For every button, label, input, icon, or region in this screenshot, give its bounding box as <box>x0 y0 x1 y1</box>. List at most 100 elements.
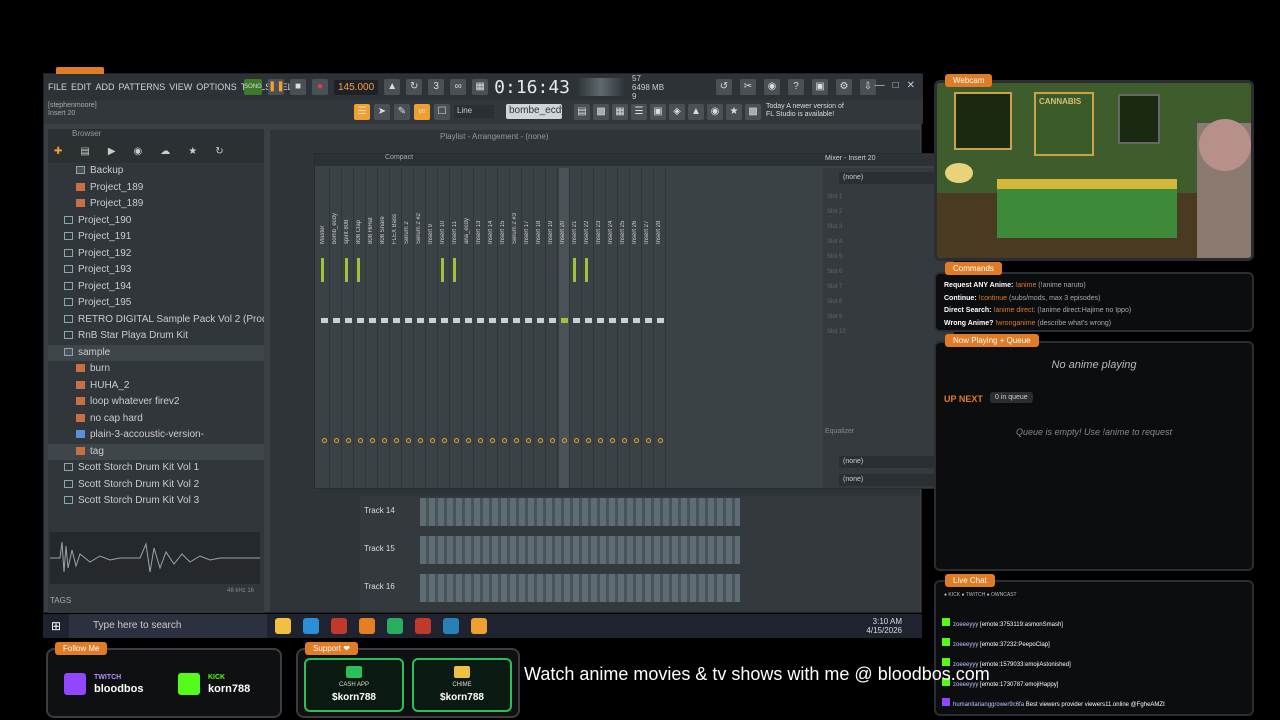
fl-studio-icon[interactable] <box>471 618 487 634</box>
volume-fader[interactable] <box>405 318 412 323</box>
minimize-icon[interactable]: — <box>875 80 885 91</box>
plugin-icon[interactable]: ⚙ <box>836 79 852 95</box>
history-tab-icon[interactable]: ↻ <box>215 146 223 157</box>
mixer-strip[interactable]: Insert 10 <box>439 168 450 488</box>
track-row[interactable]: Track 15 <box>360 534 920 570</box>
menu-add[interactable]: Add <box>96 82 115 92</box>
route-knob[interactable] <box>514 438 519 443</box>
cut-icon[interactable]: ✂ <box>740 79 756 95</box>
taskbar-clock[interactable]: 3:10 AM 4/15/2026 <box>866 617 902 635</box>
volume-fader[interactable] <box>657 318 664 323</box>
mixer-strip[interactable]: Insert 23 <box>595 168 606 488</box>
fav-icon[interactable]: ★ <box>726 104 742 120</box>
rec-panel-icon[interactable]: ◉ <box>707 104 723 120</box>
route-knob[interactable] <box>382 438 387 443</box>
route-knob[interactable] <box>550 438 555 443</box>
favorites-tab-icon[interactable]: ★ <box>188 146 197 157</box>
browser-item[interactable]: Backup <box>48 163 264 180</box>
route-knob[interactable] <box>586 438 591 443</box>
browser-item[interactable]: Project_192 <box>48 246 264 263</box>
volume-fader[interactable] <box>357 318 364 323</box>
edge-icon[interactable] <box>303 618 319 634</box>
insert-slot[interactable]: Slot 4 <box>827 235 947 250</box>
browser-item[interactable]: Project_189 <box>48 180 264 197</box>
clip-block[interactable] <box>420 498 740 526</box>
mixer-strip[interactable]: Insert 27 <box>643 168 654 488</box>
browser-window-icon[interactable]: ▣ <box>650 104 666 120</box>
insert-preset[interactable]: (none) <box>839 172 945 184</box>
browser-icon[interactable] <box>443 618 459 634</box>
playlist-window-icon[interactable]: ▤ <box>574 104 590 120</box>
time-display[interactable]: 0:16:43 <box>494 77 570 98</box>
browser-item[interactable]: plain-3-accoustic-version- <box>48 427 264 444</box>
volume-fader[interactable] <box>573 318 580 323</box>
playlist-tool-icon[interactable]: ☰ <box>354 104 370 120</box>
route-knob[interactable] <box>358 438 363 443</box>
chrome-icon[interactable] <box>415 618 431 634</box>
piano-roll-icon[interactable]: ▩ <box>593 104 609 120</box>
mixer-strip[interactable]: spirit 808 <box>343 168 354 488</box>
mixer-strip[interactable]: Insert 13 <box>475 168 486 488</box>
undo-icon[interactable]: ↺ <box>716 79 732 95</box>
mixer-strip[interactable]: Insert 11 <box>451 168 462 488</box>
taskbar-search[interactable]: Type here to search <box>69 614 267 638</box>
mixer-strip[interactable]: Serum 2 <box>403 168 414 488</box>
play-icon[interactable]: ❚❚ <box>268 79 285 95</box>
route-knob[interactable] <box>490 438 495 443</box>
track-row[interactable]: Track 14 <box>360 496 920 532</box>
link-icon[interactable]: ∞ <box>414 104 430 120</box>
browser-item[interactable]: RETRO DIGITAL Sample Pack Vol 2 (Produce… <box>48 312 264 329</box>
mixer-strip[interactable]: ana_ecdy <box>463 168 474 488</box>
volume-fader[interactable] <box>549 318 556 323</box>
record-icon[interactable]: ● <box>312 79 328 95</box>
insert-slot[interactable]: Slot 7 <box>827 280 947 295</box>
twitch-link[interactable]: TWITCH bloodbos <box>64 660 144 708</box>
mixer-strip[interactable]: Insert 26 <box>631 168 642 488</box>
route-knob[interactable] <box>334 438 339 443</box>
browser-item[interactable]: Project_191 <box>48 229 264 246</box>
volume-fader[interactable] <box>585 318 592 323</box>
misc-icon[interactable]: ▩ <box>745 104 761 120</box>
wait-icon[interactable]: ↻ <box>406 79 423 95</box>
route-knob[interactable] <box>478 438 483 443</box>
send-select-2[interactable]: (none) <box>839 474 945 486</box>
route-knob[interactable] <box>646 438 651 443</box>
volume-fader[interactable] <box>345 318 352 323</box>
route-knob[interactable] <box>502 438 507 443</box>
browser-item[interactable]: Project_189 <box>48 196 264 213</box>
menu-options[interactable]: Options <box>196 82 237 92</box>
browser-item[interactable]: Scott Storch Drum Kit Vol 1 <box>48 460 264 477</box>
help-icon[interactable]: ? <box>788 79 804 95</box>
route-knob[interactable] <box>394 438 399 443</box>
sample-waveform[interactable]: 48 kHz 16 <box>50 532 260 594</box>
song-mode-toggle[interactable]: SONG <box>244 79 262 95</box>
mixer-strip[interactable]: Insert 20 <box>559 168 570 488</box>
insert-slot[interactable]: Slot 6 <box>827 265 947 280</box>
volume-fader[interactable] <box>501 318 508 323</box>
volume-fader[interactable] <box>393 318 400 323</box>
route-knob[interactable] <box>322 438 327 443</box>
mixer-view-mode[interactable]: Compact <box>385 154 413 161</box>
app-icon[interactable] <box>387 618 403 634</box>
route-knob[interactable] <box>598 438 603 443</box>
mixer-strip[interactable]: 808 Clap <box>355 168 366 488</box>
cashapp-card[interactable]: CASH APP $korn788 <box>304 658 404 712</box>
volume-fader[interactable] <box>561 318 568 323</box>
volume-fader[interactable] <box>645 318 652 323</box>
mixer-strip[interactable]: Insert 18 <box>535 168 546 488</box>
mixer-strip[interactable]: 808 Snare <box>379 168 390 488</box>
app-icon[interactable] <box>331 618 347 634</box>
mixer-strip[interactable]: 808 HiHat <box>367 168 378 488</box>
mixer-strip[interactable]: Master <box>319 168 330 488</box>
insert-slot[interactable]: Slot 5 <box>827 250 947 265</box>
route-knob[interactable] <box>622 438 627 443</box>
mixer-strip[interactable]: Insert 17 <box>523 168 534 488</box>
tags-label[interactable]: TAGS <box>50 596 71 605</box>
insert-slot[interactable]: Slot 9 <box>827 310 947 325</box>
stop-icon[interactable]: ■ <box>290 79 306 95</box>
mixer-strip[interactable]: Serum 2 #2 <box>415 168 426 488</box>
mixer-strip[interactable]: Insert 22 <box>583 168 594 488</box>
browser-item[interactable]: Scott Storch Drum Kit Vol 3 <box>48 493 264 510</box>
route-knob[interactable] <box>466 438 471 443</box>
countdown-icon[interactable]: 3 <box>428 79 445 95</box>
